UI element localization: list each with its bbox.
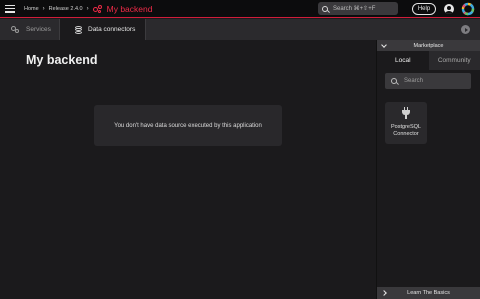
play-icon[interactable] — [461, 25, 470, 34]
main-content: My backend You don't have data source ex… — [0, 40, 376, 299]
breadcrumb-home[interactable]: Home — [24, 6, 39, 12]
tab-services[interactable]: Services — [0, 19, 59, 40]
connector-card-postgresql[interactable]: PostgreSQL Connector — [385, 102, 427, 144]
chevron-right-icon[interactable] — [381, 289, 387, 296]
menu-icon[interactable] — [5, 4, 15, 13]
marketplace-search-placeholder: Search — [404, 78, 424, 84]
app-name: My backend — [106, 3, 153, 14]
marketplace-body: Search PostgreSQL Connector — [377, 70, 480, 287]
chevron-right-icon: › — [86, 5, 89, 12]
empty-state-message: You don't have data source executed by t… — [94, 105, 282, 146]
tab-bar: Services Data connectors — [0, 19, 480, 40]
chevron-right-icon: › — [42, 5, 45, 12]
marketplace-header[interactable]: Marketplace — [377, 40, 480, 51]
tab-services-label: Services — [26, 26, 51, 33]
tab-community[interactable]: Community — [428, 51, 480, 70]
marketplace-search-input[interactable]: Search — [385, 73, 471, 89]
tab-data-connectors-label: Data connectors — [88, 26, 136, 33]
backend-app-icon — [92, 4, 103, 13]
marketplace-title: Marketplace — [413, 42, 444, 49]
database-icon — [75, 25, 82, 34]
global-search-input[interactable]: Search ⌘+⇧+F — [318, 2, 398, 15]
help-button[interactable]: Help — [412, 3, 436, 15]
user-account-icon[interactable] — [444, 4, 454, 14]
connector-card-label: PostgreSQL Connector — [391, 124, 421, 137]
learn-basics-bar[interactable]: Learn The Basics — [377, 287, 480, 299]
breadcrumb: Home › Release 2.4.0 › My backend — [24, 4, 152, 14]
top-bar: Home › Release 2.4.0 › My backend Search… — [0, 0, 480, 18]
search-icon — [391, 78, 397, 84]
app-window: Home › Release 2.4.0 › My backend Search… — [0, 0, 480, 299]
services-icon — [11, 26, 20, 33]
breadcrumb-release[interactable]: Release 2.4.0 — [49, 6, 83, 12]
global-search-placeholder: Search ⌘+⇧+F — [333, 6, 376, 12]
marketplace-tabs: Local Community — [377, 51, 480, 70]
tab-local[interactable]: Local — [377, 51, 429, 70]
product-logo-icon[interactable] — [461, 2, 475, 16]
search-icon — [322, 5, 328, 12]
page-title: My backend — [26, 53, 98, 67]
chevron-down-icon[interactable] — [381, 42, 387, 48]
learn-basics-label: Learn The Basics — [407, 290, 450, 296]
plug-icon — [402, 107, 410, 119]
tab-data-connectors[interactable]: Data connectors — [59, 19, 146, 40]
breadcrumb-current[interactable]: My backend — [92, 3, 153, 14]
empty-state-text: You don't have data source executed by t… — [114, 122, 262, 129]
marketplace-panel: Marketplace Local Community Search Postg… — [376, 40, 480, 299]
